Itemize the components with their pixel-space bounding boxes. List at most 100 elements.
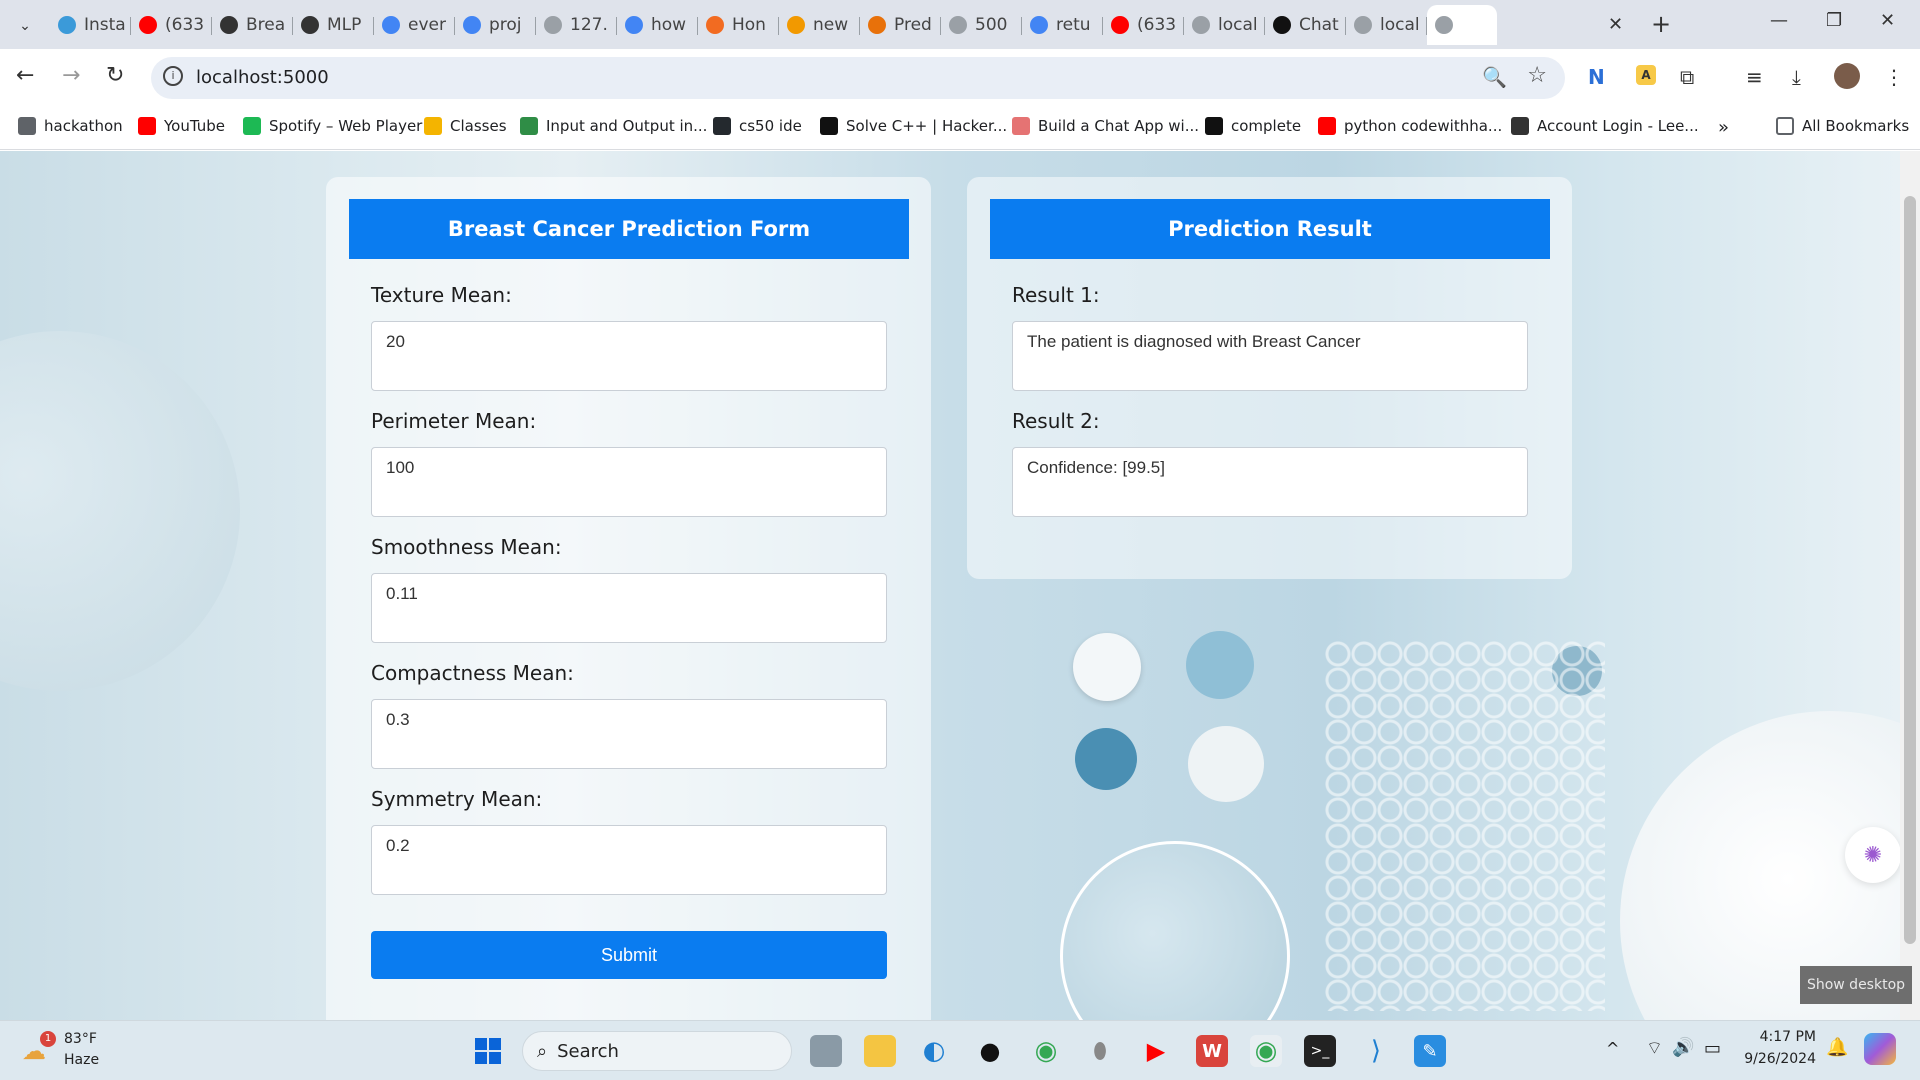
all-bookmarks-button[interactable]: All Bookmarks (1776, 117, 1909, 135)
browser-tab[interactable]: new (779, 5, 860, 45)
browser-tab[interactable]: Hon (698, 5, 779, 45)
symmetry-mean-input[interactable]: 0.2 (371, 825, 887, 895)
wps-office-icon[interactable]: W (1196, 1035, 1228, 1067)
zoom-icon[interactable]: 🔍 (1482, 65, 1507, 89)
reload-icon[interactable]: ↻ (106, 63, 124, 88)
url-text[interactable]: localhost:5000 (196, 67, 329, 88)
bookmark-item[interactable]: cs50 ide (713, 117, 802, 135)
browser-tab[interactable]: Pred (860, 5, 941, 45)
file-explorer-icon[interactable] (864, 1035, 896, 1067)
bookmark-item[interactable]: Spotify – Web Player (243, 117, 422, 135)
bookmark-item[interactable]: hackathon (18, 117, 123, 135)
tab-strip: ⌄ Insta (633 Brea MLP ever proj 127. how Hon new P… (0, 0, 1920, 49)
result-1-output[interactable]: The patient is diagnosed with Breast Can… (1012, 321, 1528, 391)
browser-tab[interactable]: local (1184, 5, 1265, 45)
taskbar-search[interactable]: ⌕ Search (522, 1031, 792, 1071)
github-desktop-icon[interactable]: ● (974, 1035, 1006, 1067)
texture-mean-input[interactable]: 20 (371, 321, 887, 391)
address-bar[interactable]: i localhost:5000 🔍 ☆ (151, 57, 1565, 99)
extensions-puzzle-icon[interactable]: ⧉ (1680, 65, 1694, 89)
menu-kebab-icon[interactable]: ⋮ (1884, 65, 1904, 89)
browser-tab[interactable]: MLP (293, 5, 374, 45)
restore-icon[interactable]: ❐ (1826, 10, 1842, 31)
youtube-app-icon[interactable]: ▶ (1140, 1035, 1172, 1067)
tab-search-button[interactable]: ⌄ (10, 11, 40, 41)
tab-label: Brea (246, 15, 286, 35)
new-tab-button[interactable]: + (1651, 10, 1671, 38)
browser-tab[interactable]: (633 (1103, 5, 1184, 45)
window-close-icon[interactable]: ✕ (1880, 10, 1895, 31)
show-desktop-tooltip: Show desktop (1800, 966, 1912, 1004)
google-icon (382, 16, 400, 34)
bookmark-item[interactable]: complete (1205, 117, 1301, 135)
bookmarks-overflow-button[interactable]: » (1718, 117, 1729, 138)
browser-tab[interactable]: proj (455, 5, 536, 45)
chrome-active-icon[interactable]: ◉ (1250, 1035, 1282, 1067)
background-dot (1075, 728, 1137, 790)
site-info-icon[interactable]: i (163, 66, 183, 86)
browser-tab[interactable]: retu (1022, 5, 1103, 45)
clock-date[interactable]: 9/26/2024 (1736, 1051, 1816, 1067)
bookmark-star-icon[interactable]: ☆ (1527, 63, 1547, 88)
weather-temp[interactable]: 83°F (64, 1031, 97, 1047)
browser-tab[interactable]: how (617, 5, 698, 45)
bookmark-item[interactable]: Build a Chat App wi... (1012, 117, 1199, 135)
extension-n-icon[interactable]: N (1588, 65, 1605, 89)
terminal-icon[interactable]: >_ (1304, 1035, 1336, 1067)
profile-avatar[interactable] (1834, 63, 1860, 89)
globe-icon (1354, 16, 1372, 34)
volume-icon[interactable]: 🔊 (1672, 1037, 1694, 1058)
bookmark-item[interactable]: Classes (424, 117, 507, 135)
forward-arrow-icon[interactable]: → (62, 63, 80, 88)
browser-tab[interactable]: Insta (50, 5, 131, 45)
extension-a-icon[interactable]: A (1636, 65, 1656, 85)
notes-icon (868, 16, 886, 34)
bookmark-label: Input and Output in... (546, 117, 708, 135)
browser-tab-active[interactable] (1427, 5, 1497, 45)
floating-assistant-brain-icon[interactable]: ✺ (1845, 827, 1900, 883)
back-arrow-icon[interactable]: ← (16, 63, 34, 88)
smoothness-mean-input[interactable]: 0.11 (371, 573, 887, 643)
download-icon[interactable]: ⤓ (1792, 65, 1801, 89)
vscode-icon[interactable]: ⟩ (1360, 1035, 1392, 1067)
media-control-icon[interactable]: ≡ (1746, 65, 1763, 89)
bookmark-item[interactable]: Solve C++ | Hacker... (820, 117, 1007, 135)
edge-browser-icon[interactable]: ◐ (918, 1035, 950, 1067)
chevron-down-icon: ⌄ (19, 18, 31, 34)
windows-start-icon[interactable] (472, 1035, 504, 1067)
notification-bell-icon[interactable]: 🔔 (1826, 1037, 1848, 1058)
browser-tab[interactable]: Brea (212, 5, 293, 45)
compactness-mean-input[interactable]: 0.3 (371, 699, 887, 769)
page-scrollbar[interactable] (1900, 151, 1920, 1021)
bookmark-item[interactable]: YouTube (138, 117, 225, 135)
paint-app-icon[interactable]: ✎ (1414, 1035, 1446, 1067)
hackerrank-icon (820, 117, 838, 135)
background-dot (1186, 631, 1254, 699)
browser-tab[interactable]: (633 (131, 5, 212, 45)
page-content: ✺ (0, 151, 1900, 1021)
perimeter-mean-input[interactable]: 100 (371, 447, 887, 517)
browser-tab[interactable]: Chat (1265, 5, 1346, 45)
result-2-output[interactable]: Confidence: [99.5] (1012, 447, 1528, 517)
chrome-icon[interactable]: ◉ (1030, 1035, 1062, 1067)
weather-widget[interactable]: ☁ 1 (22, 1031, 56, 1067)
hidden-icons-chevron-icon[interactable]: ^ (1606, 1039, 1619, 1058)
browser-tab[interactable]: ever (374, 5, 455, 45)
task-view-icon[interactable] (810, 1035, 842, 1067)
clock-time[interactable]: 4:17 PM (1746, 1029, 1816, 1045)
weather-desc[interactable]: Haze (64, 1052, 99, 1068)
browser-tab[interactable]: 500 (941, 5, 1022, 45)
bookmark-item[interactable]: python codewithha... (1318, 117, 1502, 135)
wifi-icon[interactable]: ⌔ (1646, 1037, 1663, 1060)
scrollbar-thumb[interactable] (1904, 196, 1916, 944)
copilot-icon[interactable] (1864, 1033, 1896, 1065)
bookmark-item[interactable]: Input and Output in... (520, 117, 707, 135)
vpn-shield-icon[interactable]: ⬮ (1084, 1035, 1116, 1067)
submit-button[interactable]: Submit (371, 931, 887, 979)
minimize-icon[interactable]: — (1770, 10, 1788, 31)
browser-tab[interactable]: local (1346, 5, 1427, 45)
bookmark-item[interactable]: Account Login - Lee... (1511, 117, 1699, 135)
battery-icon[interactable]: ▭ (1704, 1038, 1721, 1059)
browser-tab[interactable]: 127. (536, 5, 617, 45)
close-icon[interactable]: ✕ (1608, 14, 1623, 35)
